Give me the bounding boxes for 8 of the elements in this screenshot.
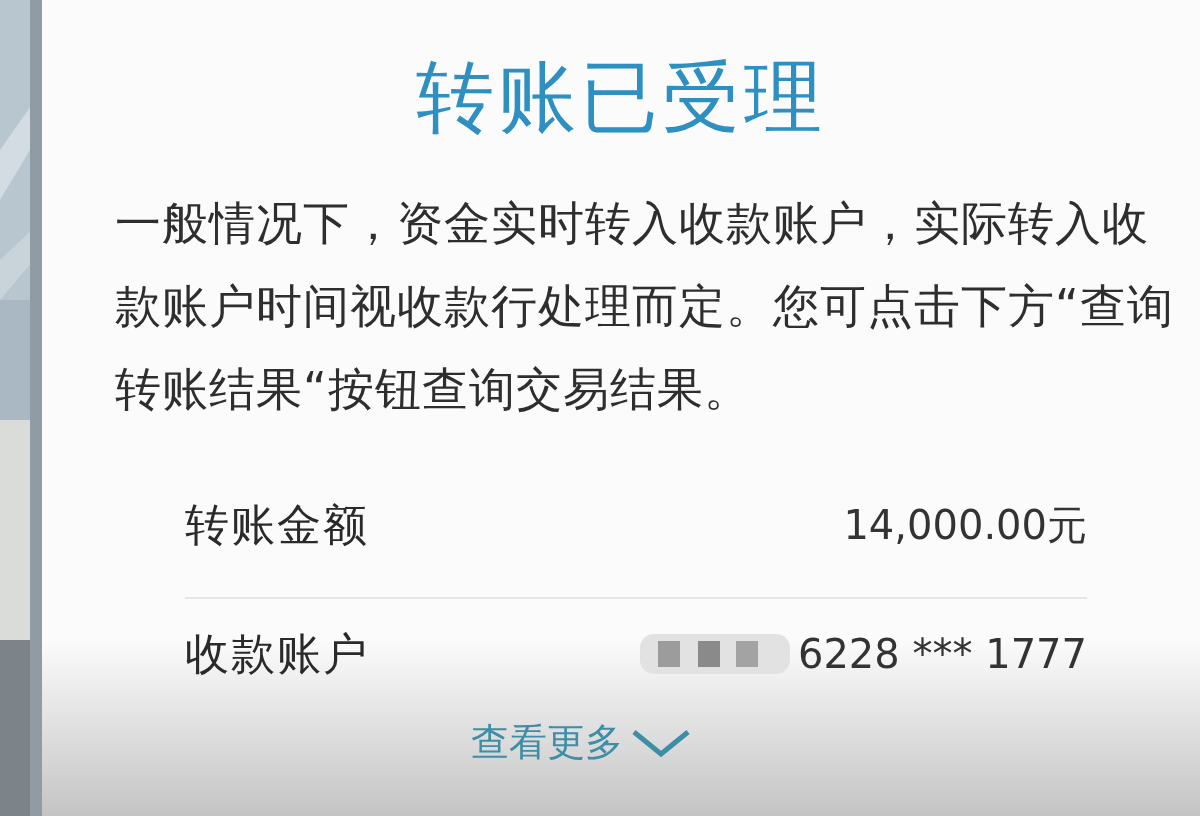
detail-label: 转账金额	[185, 497, 369, 552]
notice-text: 一般情况下，资金实时转入收款账户，实际转入收款账户时间视收款行处理而定。您可点击下方“查询转账结果“按钮查询交易结果。	[115, 195, 1175, 418]
detail-value: 6228 *** 1777	[797, 631, 1087, 677]
detail-label: 收款账户	[185, 626, 369, 681]
see-more-link[interactable]: 查看更多	[471, 717, 691, 768]
detail-value: 14,000.00元	[843, 500, 1087, 550]
page-title: 转账已受理	[416, 52, 826, 142]
chevron-down-icon	[631, 727, 691, 758]
